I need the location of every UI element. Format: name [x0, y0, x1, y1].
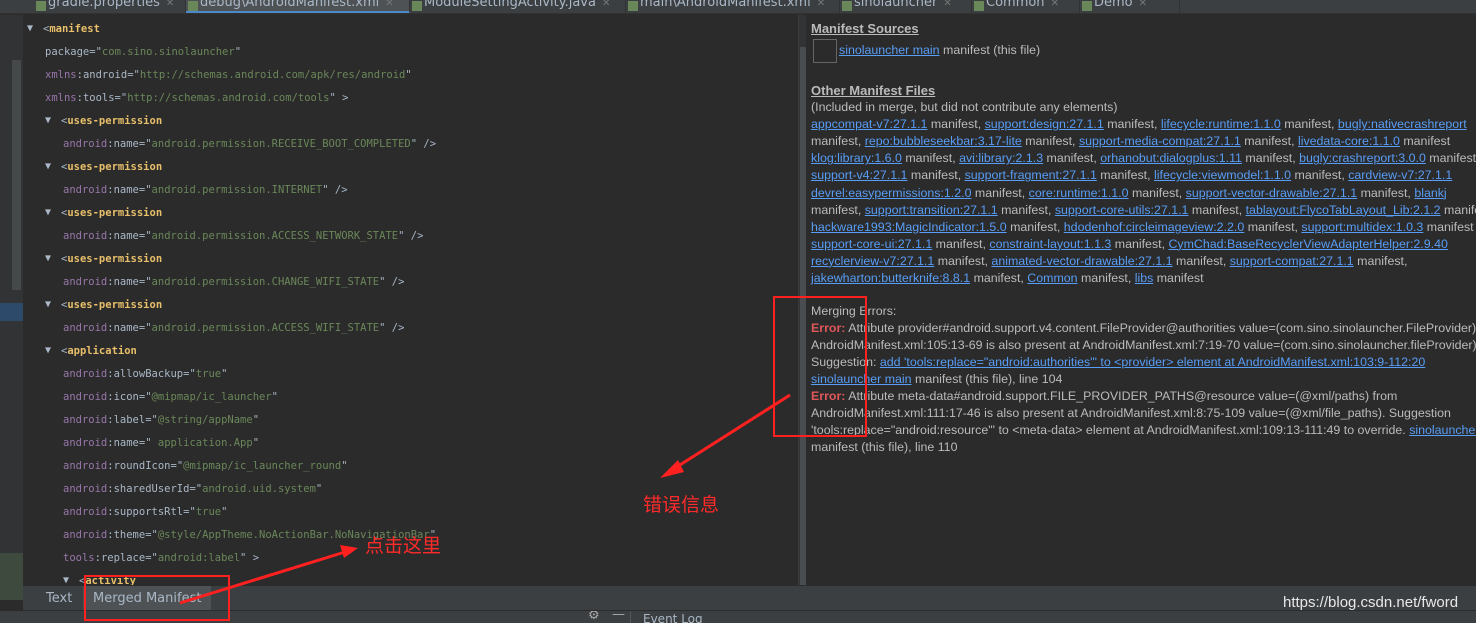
annotation-arrows: [179, 393, 791, 605]
arrowhead-tab: [340, 545, 358, 558]
arrow-to-errors: [671, 393, 791, 472]
arrow-to-tab: [179, 550, 346, 605]
watermark: https://blog.csdn.net/fword: [1283, 594, 1459, 611]
arrowhead-errors: [660, 460, 684, 478]
annotation-click-here: 点击这里: [365, 535, 442, 557]
annotation-error-info: 错误信息: [643, 494, 720, 516]
